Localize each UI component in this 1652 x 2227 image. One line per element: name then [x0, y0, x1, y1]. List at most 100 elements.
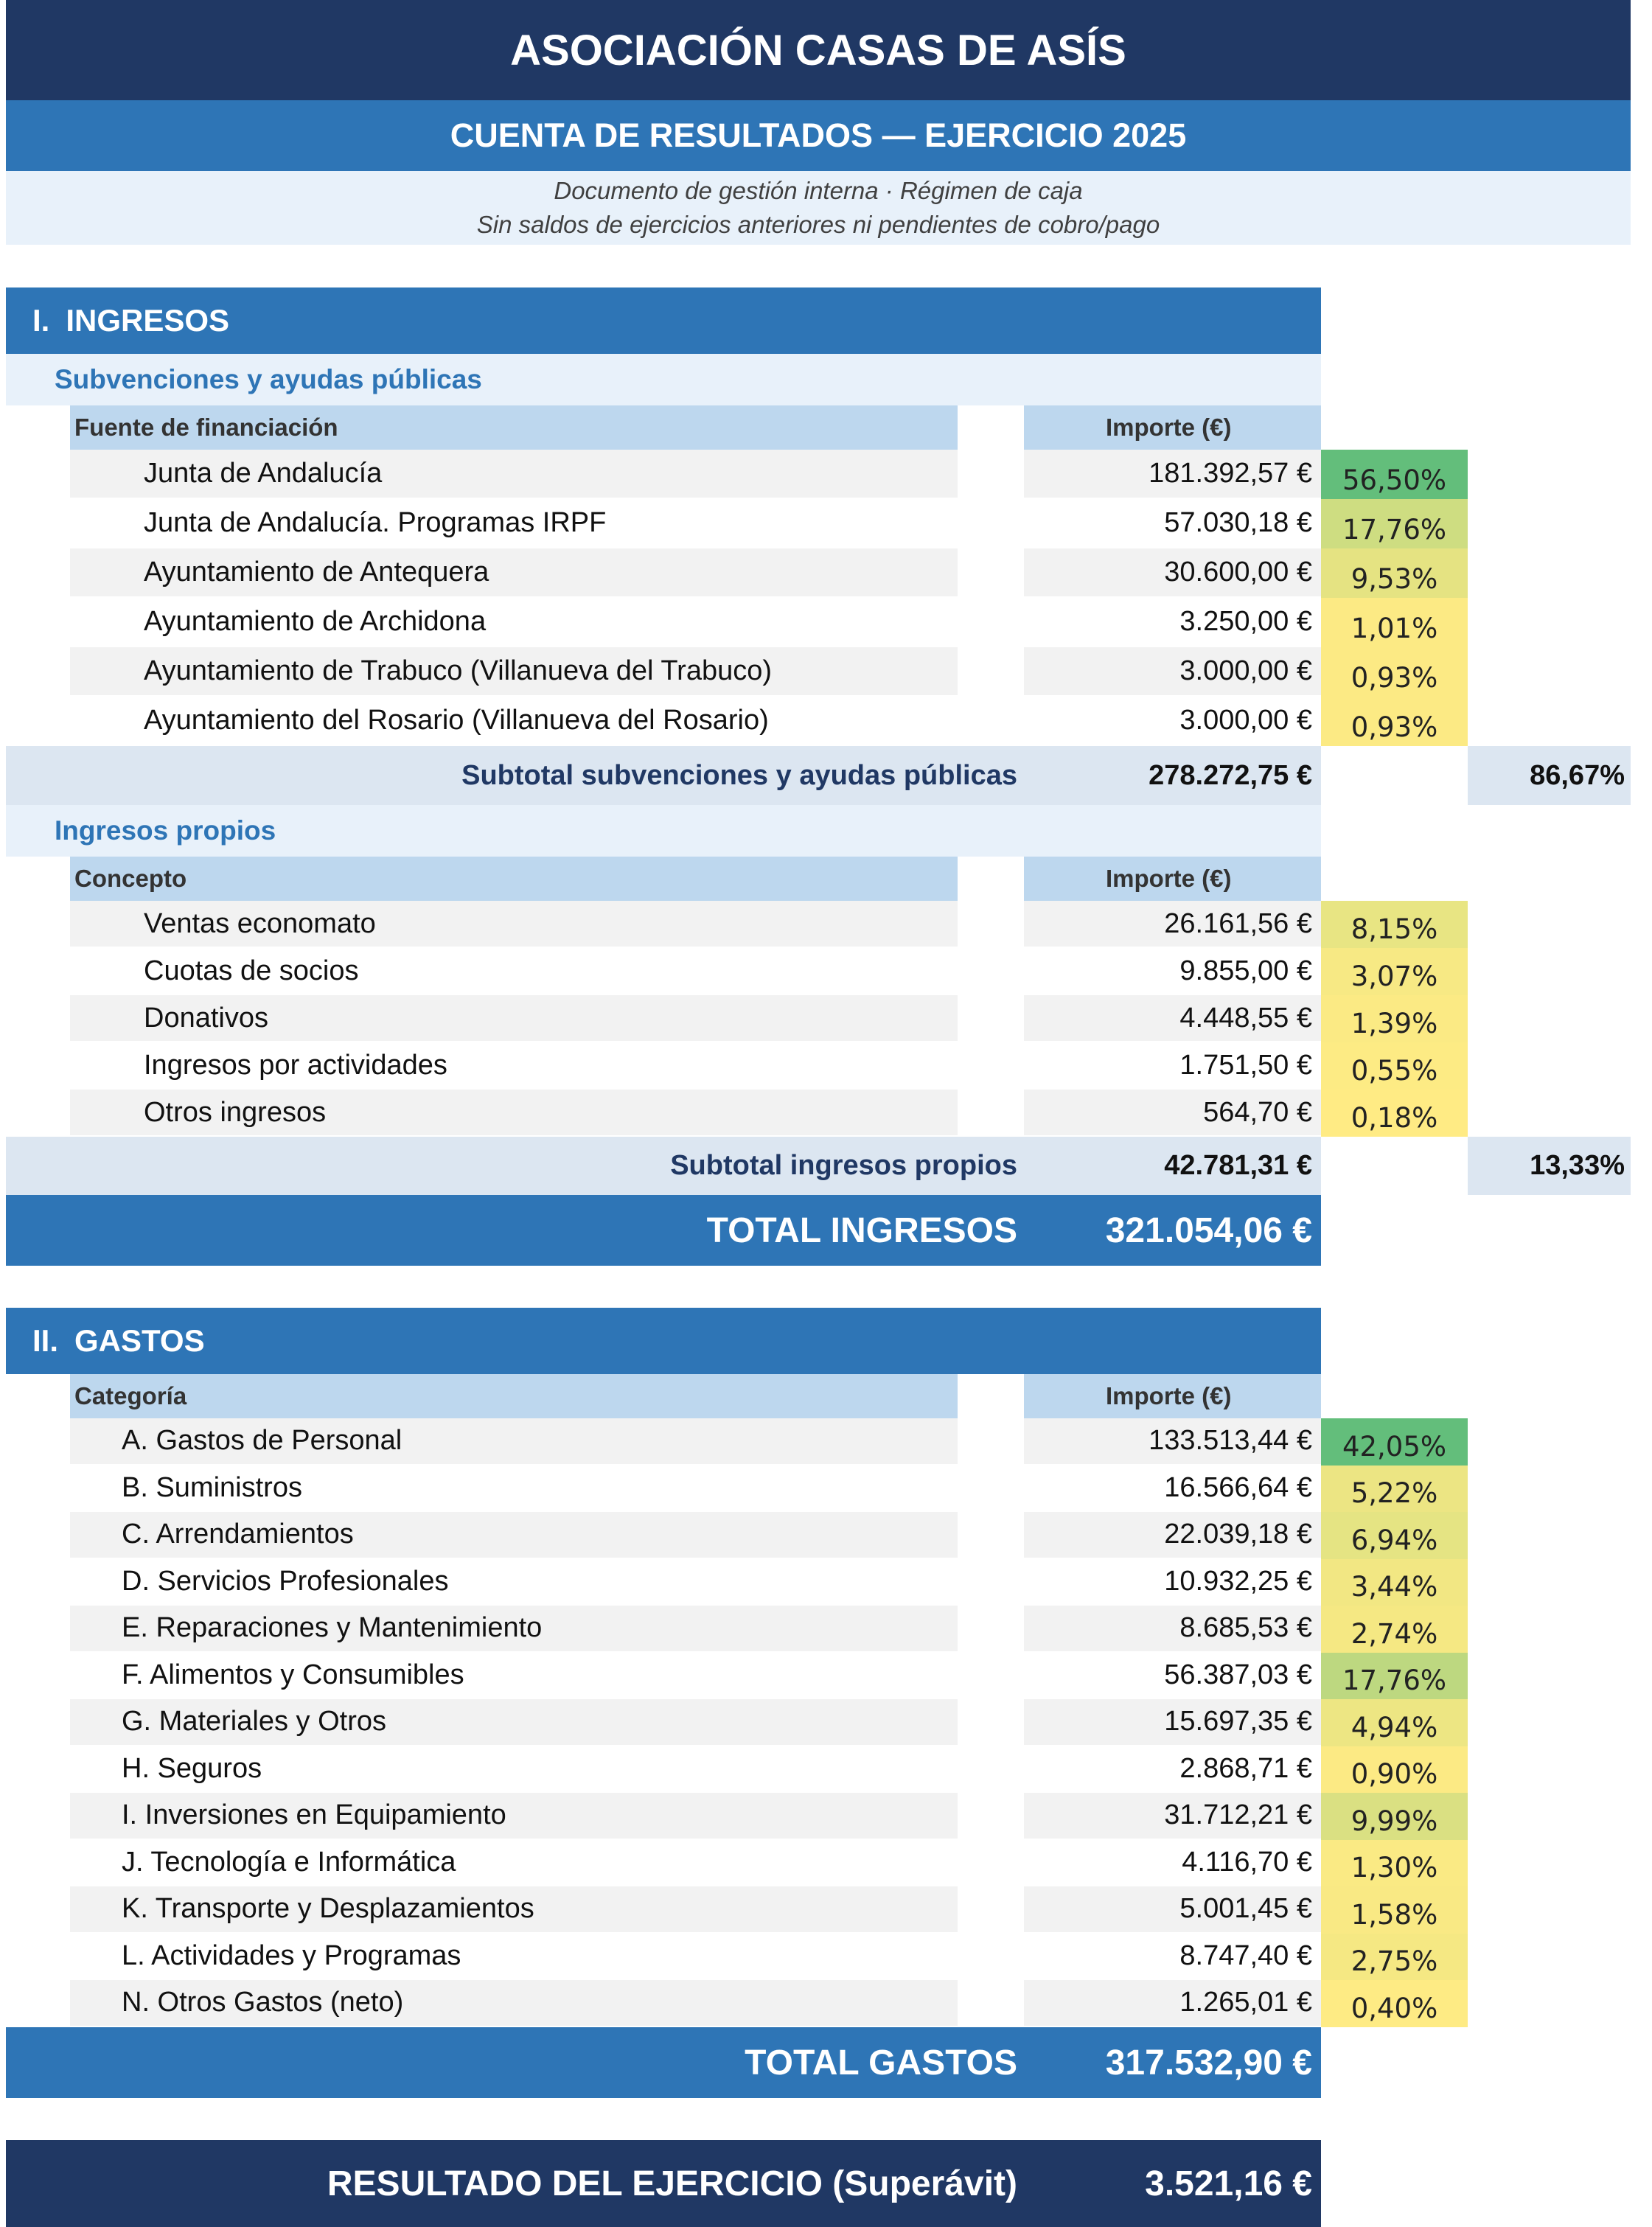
table-row-amount: 2.868,71 €: [1179, 1752, 1312, 1784]
table-row-percentage: 1,39%: [1321, 995, 1468, 1042]
subtotal-gap: [1321, 746, 1468, 805]
subtotal-propios-pct: 13,33%: [1530, 1150, 1625, 1181]
resultado-amount: 3.521,16 €: [1145, 2164, 1312, 2203]
table-row-amount: 10.932,25 €: [1164, 1565, 1312, 1597]
subtotal-subvenciones-amount: 278.272,75 €: [1149, 759, 1312, 791]
table-row-percentage: 17,76%: [1321, 1652, 1468, 1699]
table-row-percentage: 1,58%: [1321, 1886, 1468, 1934]
section-ingresos-header: I. INGRESOS: [6, 287, 1321, 354]
table-row-amount: 1.751,50 €: [1179, 1049, 1312, 1081]
table-row-percentage: 1,30%: [1321, 1839, 1468, 1886]
table-row-label: Ayuntamiento del Rosario (Villanueva del…: [144, 705, 769, 736]
table-row-label: A. Gastos de Personal: [70, 1418, 958, 1464]
column-header-fuente: Fuente de financiación: [70, 405, 958, 450]
table-row-label: Ingresos por actividades: [144, 1049, 447, 1081]
section-number: I.: [32, 303, 50, 338]
table-row-label: Ventas economato: [70, 901, 958, 947]
table-row-percentage: 0,18%: [1321, 1090, 1468, 1137]
total-ingresos-label: TOTAL INGRESOS: [706, 1210, 1017, 1250]
table-row-amount: 564,70 €: [1024, 1090, 1321, 1135]
table-row-amount: 181.392,57 €: [1024, 450, 1321, 498]
table-row-amount: 4.116,70 €: [1182, 1846, 1312, 1878]
total-ingresos-amount: 321.054,06 €: [1105, 1210, 1312, 1250]
section-title: INGRESOS: [66, 303, 230, 338]
table-row-label: L. Actividades y Programas: [122, 1940, 461, 1971]
table-row-percentage: 17,76%: [1321, 499, 1468, 548]
table-row-label: D. Servicios Profesionales: [122, 1565, 449, 1597]
section-title: GASTOS: [74, 1323, 205, 1358]
table-row-percentage: 2,75%: [1321, 1933, 1468, 1980]
column-header-importe: Importe (€): [1024, 857, 1321, 901]
table-row-amount: 1.265,01 €: [1024, 1980, 1321, 2026]
table-row-label: Ayuntamiento de Antequera: [70, 548, 958, 596]
table-row-amount: 3.000,00 €: [1179, 705, 1312, 736]
subtotal-propios-amount: 42.781,31 €: [1164, 1150, 1312, 1181]
table-row-label: C. Arrendamientos: [70, 1512, 958, 1558]
table-row-amount: 16.566,64 €: [1164, 1471, 1312, 1503]
table-row-percentage: 5,22%: [1321, 1465, 1468, 1512]
table-row-amount: 8.747,40 €: [1179, 1940, 1312, 1971]
table-row-amount: 5.001,45 €: [1024, 1886, 1321, 1932]
report-notes: Documento de gestión interna · Régimen d…: [6, 171, 1631, 245]
table-row-label: G. Materiales y Otros: [70, 1699, 958, 1745]
table-row-amount: 8.685,53 €: [1024, 1606, 1321, 1651]
table-row-label: H. Seguros: [122, 1752, 262, 1784]
table-row-percentage: 8,15%: [1321, 901, 1468, 948]
table-row-amount: 3.000,00 €: [1024, 647, 1321, 695]
table-row-label: Otros ingresos: [70, 1090, 958, 1135]
table-row-label: F. Alimentos y Consumibles: [122, 1659, 464, 1690]
table-row-percentage: 9,53%: [1321, 548, 1468, 598]
table-row-label: J. Tecnología e Informática: [122, 1846, 456, 1878]
table-row-percentage: 0,90%: [1321, 1746, 1468, 1793]
resultado-label: RESULTADO DEL EJERCICIO (Superávit): [327, 2164, 1017, 2203]
table-row-percentage: 6,94%: [1321, 1512, 1468, 1559]
table-row-label: Junta de Andalucía. Programas IRPF: [144, 507, 607, 538]
total-gastos-label: TOTAL GASTOS: [745, 2043, 1017, 2083]
table-row-label: K. Transporte y Desplazamientos: [70, 1886, 958, 1932]
table-row-percentage: 9,99%: [1321, 1793, 1468, 1840]
section-gastos-header: II. GASTOS: [6, 1308, 1321, 1374]
table-row-amount: 4.448,55 €: [1024, 995, 1321, 1041]
table-row-percentage: 1,01%: [1321, 598, 1468, 647]
table-row-amount: 15.697,35 €: [1024, 1699, 1321, 1745]
table-row-label: Donativos: [70, 995, 958, 1041]
table-row-amount: 22.039,18 €: [1024, 1512, 1321, 1558]
table-row-label: Ayuntamiento de Trabuco (Villanueva del …: [70, 647, 958, 695]
report-subtitle: CUENTA DE RESULTADOS — EJERCICIO 2025: [6, 100, 1631, 171]
table-row-amount: 9.855,00 €: [1179, 955, 1312, 986]
table-row-amount: 26.161,56 €: [1024, 901, 1321, 947]
table-row-amount: 57.030,18 €: [1164, 507, 1312, 538]
subtotal-gap: [1321, 1137, 1468, 1195]
total-gastos-amount: 317.532,90 €: [1105, 2043, 1312, 2083]
section-number: II.: [32, 1323, 59, 1358]
table-row-percentage: 0,40%: [1321, 1980, 1468, 2027]
column-header-concepto: Concepto: [70, 857, 958, 901]
group-propios-header: Ingresos propios: [6, 805, 1321, 857]
table-row-amount: 31.712,21 €: [1024, 1793, 1321, 1839]
subtotal-subvenciones-label: Subtotal subvenciones y ayudas públicas: [461, 759, 1017, 791]
table-row-label: Junta de Andalucía: [70, 450, 958, 498]
table-row-percentage: 3,07%: [1321, 948, 1468, 995]
table-row-percentage: 0,93%: [1321, 647, 1468, 697]
column-header-importe: Importe (€): [1024, 405, 1321, 450]
subtotal-subvenciones-pct: 86,67%: [1530, 759, 1625, 791]
group-subvenciones-header: Subvenciones y ayudas públicas: [6, 354, 1321, 405]
table-row-label: Ayuntamiento de Archidona: [144, 606, 487, 637]
table-row-percentage: 0,93%: [1321, 697, 1468, 746]
table-row-percentage: 0,55%: [1321, 1042, 1468, 1090]
table-row-percentage: 2,74%: [1321, 1606, 1468, 1653]
table-row-label: B. Suministros: [122, 1471, 302, 1503]
column-header-importe: Importe (€): [1024, 1374, 1321, 1418]
table-row-amount: 133.513,44 €: [1024, 1418, 1321, 1464]
table-row-label: I. Inversiones en Equipamiento: [70, 1793, 958, 1839]
table-row-percentage: 56,50%: [1321, 450, 1468, 499]
report-title: ASOCIACIÓN CASAS DE ASÍS: [6, 0, 1631, 100]
table-row-label: Cuotas de socios: [144, 955, 359, 986]
table-row-label: N. Otros Gastos (neto): [70, 1980, 958, 2026]
table-row-percentage: 3,44%: [1321, 1558, 1468, 1606]
note-line-1: Documento de gestión interna · Régimen d…: [554, 177, 1083, 204]
table-row-percentage: 4,94%: [1321, 1699, 1468, 1746]
column-header-categoria: Categoría: [70, 1374, 958, 1418]
table-row-label: E. Reparaciones y Mantenimiento: [70, 1606, 958, 1651]
note-line-2: Sin saldos de ejercicios anteriores ni p…: [476, 211, 1160, 238]
